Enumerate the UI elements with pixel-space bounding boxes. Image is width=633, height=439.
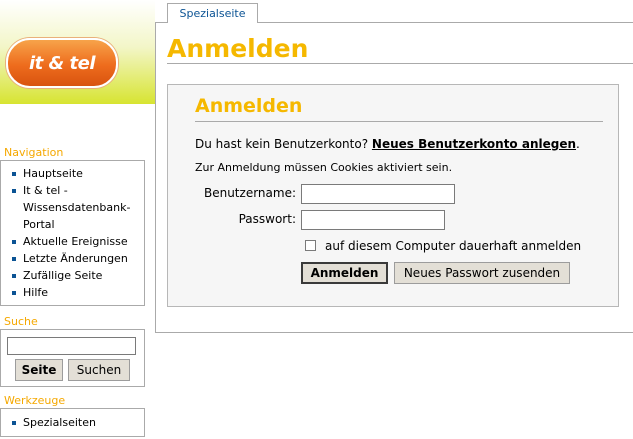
sidebar-item-label: Aktuelle Ereignisse [23,235,128,248]
sidebar-item-label: It & tel - [23,184,68,197]
logo-text: it & tel [29,52,96,74]
page-title: Anmelden [167,34,309,63]
sidebar-item-label: Portal [23,218,55,231]
sidebar-item-zufaellige-seite[interactable]: Zufällige Seite [11,267,140,284]
cookies-note: Zur Anmeldung müssen Cookies aktiviert s… [195,161,453,174]
sidebar-item-label: Zufällige Seite [23,269,103,282]
remember-checkbox[interactable] [305,240,316,251]
remember-label[interactable]: auf diesem Computer dauerhaft anmelden [325,239,581,253]
sidebar-item-aktuelle-ereignisse[interactable]: Aktuelle Ereignisse [11,233,140,250]
login-legend: Anmelden [195,95,303,117]
password-label: Passwort: [238,212,296,226]
sidebar-item-portal[interactable]: It & tel - Wissensdatenbank- Portal [11,182,140,233]
search-title: Suche [4,315,38,328]
sidebar-item-label: Spezialseiten [23,416,96,429]
tools-portlet: Spezialseiten [0,408,145,437]
go-button[interactable]: Seite [15,359,63,381]
tab-spezialseite[interactable]: Spezialseite [167,3,258,23]
navigation-portlet: Hauptseite It & tel - Wissensdatenbank- … [0,160,145,306]
navigation-title: Navigation [4,146,64,159]
password-field[interactable] [301,210,445,230]
logo-area: it & tel [0,0,155,104]
search-input[interactable] [7,337,136,355]
search-button[interactable]: Suchen [68,359,130,381]
login-button[interactable]: Anmelden [301,262,388,284]
legend-divider [195,121,603,122]
sidebar-item-label: Hauptseite [23,167,83,180]
title-divider [167,63,633,64]
no-account-period: . [576,137,580,151]
tools-title: Werkzeuge [4,394,66,407]
no-account-text: Du hast kein Benutzerkonto? [195,137,369,151]
sidebar-item-hauptseite[interactable]: Hauptseite [11,165,140,182]
sidebar-item-letzte-aenderungen[interactable]: Letzte Änderungen [11,250,140,267]
sidebar-item-hilfe[interactable]: Hilfe [11,284,140,301]
site-logo[interactable]: it & tel [6,38,118,88]
sidebar-item-label: Hilfe [23,286,49,299]
sidebar-item-label: Letzte Änderungen [23,252,128,265]
username-field[interactable] [301,184,455,204]
create-account-link[interactable]: Neues Benutzerkonto anlegen [372,137,576,151]
search-portlet: Seite Suchen [0,329,145,387]
sidebar-item-label: Wissensdatenbank- [23,201,131,214]
no-account-line: Du hast kein Benutzerkonto? Neues Benutz… [195,137,580,151]
sidebar-item-spezialseiten[interactable]: Spezialseiten [11,414,140,431]
username-label: Benutzername: [203,186,296,200]
reset-password-button[interactable]: Neues Passwort zusenden [394,262,570,284]
